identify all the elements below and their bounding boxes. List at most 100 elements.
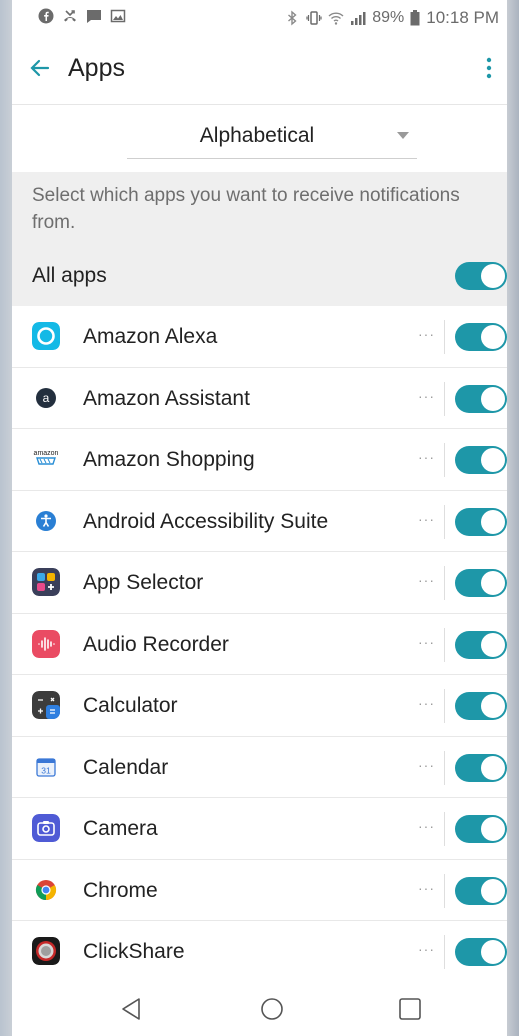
app-name: Chrome [83, 878, 158, 902]
audio-recorder-icon [32, 629, 60, 658]
list-item[interactable]: Android Accessibility Suite ··· [12, 491, 507, 552]
camera-icon [32, 814, 60, 842]
app-name: App Selector [83, 571, 204, 594]
sort-row: Alphabetical [12, 104, 507, 172]
more-options-icon[interactable]: ··· [418, 449, 435, 465]
divider [444, 320, 445, 354]
all-apps-label: All apps [32, 264, 107, 287]
app-name: Audio Recorder [83, 632, 229, 656]
calculator-icon [32, 691, 60, 719]
list-item[interactable]: 31 Calendar ··· [12, 737, 507, 798]
app-name: Amazon Alexa [83, 325, 218, 348]
svg-text:a: a [43, 391, 50, 405]
notification-toggle[interactable] [455, 753, 507, 782]
message-icon [87, 10, 101, 23]
description-text: Select which apps you want to receive no… [32, 185, 460, 233]
more-options-icon[interactable]: ··· [418, 695, 435, 711]
divider [444, 627, 445, 662]
amazon-alexa-icon [32, 322, 60, 350]
list-item[interactable]: Amazon Alexa ··· [12, 306, 507, 368]
overflow-menu-icon[interactable] [479, 52, 499, 84]
divider [444, 504, 445, 539]
list-item[interactable]: Camera ··· [12, 798, 507, 860]
dropdown-caret-icon [397, 132, 409, 139]
more-options-icon[interactable]: ··· [418, 757, 435, 773]
screen: 89% 10:18 PM Apps Alphabetical Select wh… [12, 0, 507, 1036]
chrome-icon [32, 875, 60, 904]
list-item[interactable]: ClickShare ··· [12, 921, 507, 983]
page-title: Apps [68, 54, 125, 82]
list-item[interactable]: Chrome ··· [12, 860, 507, 921]
list-item[interactable]: Audio Recorder ··· [12, 614, 507, 675]
divider [444, 443, 445, 477]
more-options-icon[interactable]: ··· [418, 572, 435, 588]
nav-back-icon[interactable] [116, 994, 146, 1024]
more-options-icon[interactable]: ··· [418, 880, 435, 896]
list-item[interactable]: App Selector ··· [12, 552, 507, 614]
clickshare-icon [32, 937, 60, 965]
divider [444, 750, 445, 785]
image-icon [110, 9, 126, 23]
app-list: Amazon Alexa ··· a Amazon Assistant ··· … [12, 306, 507, 983]
clock: 10:18 PM [426, 8, 499, 27]
divider [444, 873, 445, 908]
notification-toggle[interactable] [455, 630, 507, 659]
app-name: Amazon Assistant [83, 386, 250, 410]
notification-toggle[interactable] [455, 692, 507, 720]
list-item[interactable]: a Amazon Assistant ··· [12, 368, 507, 429]
sort-selected-label: Alphabetical [199, 124, 315, 147]
more-options-icon[interactable]: ··· [418, 326, 435, 342]
more-options-icon[interactable]: ··· [418, 511, 435, 527]
list-item[interactable]: Calculator ··· [12, 675, 507, 737]
notification-toggle[interactable] [455, 815, 507, 843]
svg-text:31: 31 [41, 765, 51, 775]
notification-toggle[interactable] [455, 384, 507, 413]
divider [444, 381, 445, 416]
accessibility-icon [32, 506, 60, 535]
notification-toggle[interactable] [455, 507, 507, 536]
app-name: Calculator [83, 694, 178, 717]
amazon-shopping-icon: amazon [32, 445, 60, 473]
navigation-bar [12, 980, 507, 1036]
app-name: ClickShare [83, 940, 185, 963]
more-options-icon[interactable]: ··· [418, 941, 435, 957]
signal-icon [351, 12, 366, 25]
bluetooth-icon [288, 10, 297, 26]
wifi-icon [328, 12, 344, 25]
all-apps-toggle[interactable] [455, 262, 507, 290]
svg-text:amazon: amazon [34, 450, 59, 457]
description-section: Select which apps you want to receive no… [12, 172, 507, 246]
divider [444, 812, 445, 846]
list-item[interactable]: amazon Amazon Shopping ··· [12, 429, 507, 491]
nav-recents-icon[interactable] [395, 994, 425, 1024]
notification-toggle[interactable] [455, 323, 507, 351]
divider [444, 689, 445, 723]
app-bar: Apps [12, 36, 507, 105]
amazon-assistant-icon: a [32, 383, 60, 412]
battery-icon [410, 10, 420, 26]
notification-toggle[interactable] [455, 569, 507, 597]
notification-toggle[interactable] [455, 876, 507, 905]
notification-toggle[interactable] [455, 938, 507, 966]
battery-percent: 89% [372, 9, 405, 26]
facebook-icon [38, 8, 54, 24]
app-name: Camera [83, 817, 158, 840]
more-options-icon[interactable]: ··· [418, 634, 435, 650]
sort-dropdown[interactable]: Alphabetical [127, 118, 417, 159]
divider [444, 566, 445, 600]
all-apps-row[interactable]: All apps [12, 246, 507, 306]
app-name: Amazon Shopping [83, 448, 255, 471]
missed-call-icon [64, 10, 76, 22]
more-options-icon[interactable]: ··· [418, 388, 435, 404]
app-selector-icon [32, 568, 60, 596]
back-arrow-icon[interactable] [26, 54, 54, 82]
divider [444, 935, 445, 969]
more-options-icon[interactable]: ··· [418, 818, 435, 834]
calendar-icon: 31 [32, 752, 60, 781]
vibrate-icon [306, 11, 322, 25]
app-name: Android Accessibility Suite [83, 509, 329, 533]
notification-toggle[interactable] [455, 446, 507, 474]
app-name: Calendar [83, 755, 169, 779]
status-bar: 89% 10:18 PM [12, 0, 507, 36]
nav-home-icon[interactable] [257, 994, 287, 1024]
